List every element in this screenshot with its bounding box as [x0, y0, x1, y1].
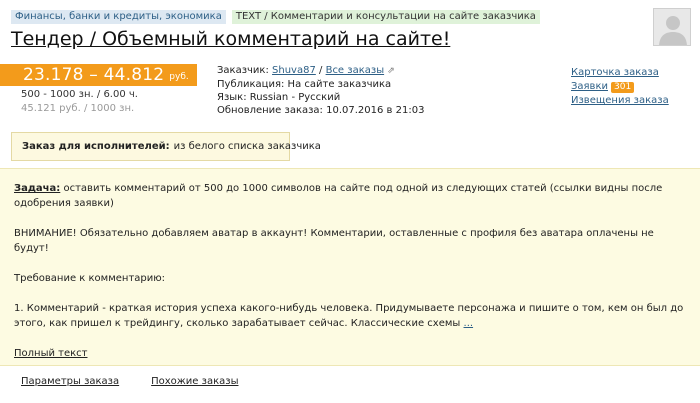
full-text-link[interactable]: Полный текст — [14, 346, 87, 361]
price-rate: 45.121 руб. / 1000 зн. — [21, 103, 135, 114]
applications-count-badge: 301 — [611, 82, 635, 93]
price-unit: руб. — [169, 72, 189, 82]
task-paragraph-2: ВНИМАНИЕ! Обязательно добавляем аватар в… — [14, 228, 654, 254]
updated-row: Обновление заказа: 10.07.2016 в 21:03 — [217, 104, 424, 117]
category-tag[interactable]: Финансы, банки и кредиты, экономика — [11, 10, 226, 24]
price-banner: 23.178 – 44.812 руб. — [0, 64, 197, 86]
avatar[interactable] — [653, 8, 691, 46]
task-text-4: 1. Комментарий - краткая история успеха … — [14, 303, 684, 329]
order-params-link[interactable]: Параметры заказа — [21, 376, 119, 387]
more-link[interactable]: ... — [464, 318, 474, 329]
language-label: Язык: — [217, 92, 247, 103]
language-row: Язык: Russian - Русский — [217, 91, 424, 104]
bottom-tabs: Параметры заказа Похожие заказы — [21, 376, 238, 387]
task-heading: Задача: — [14, 183, 61, 194]
task-paragraph-3: Требование к комментарию: — [14, 273, 166, 284]
separator: / — [319, 65, 323, 76]
applications-label: Заявки — [571, 81, 608, 92]
task-description: Задача: оставить комментарий от 500 до 1… — [0, 168, 700, 366]
price-range: 23.178 – 44.812 — [23, 65, 165, 85]
similar-orders-link[interactable]: Похожие заказы — [151, 376, 238, 387]
language-value: Russian - Русский — [249, 92, 341, 103]
external-link-icon: ⇗ — [387, 66, 395, 76]
order-info: Заказчик: Shuva87 / Все заказы ⇗ Публика… — [217, 64, 424, 117]
publication-label: Публикация: — [217, 79, 285, 90]
notice-label: Заказ для исполнителей: — [22, 141, 170, 152]
customer-link[interactable]: Shuva87 — [272, 65, 316, 76]
notifications-link[interactable]: Извещения заказа — [571, 94, 669, 108]
task-text-1: оставить комментарий от 500 до 1000 симв… — [14, 183, 663, 209]
user-silhouette-icon — [654, 9, 690, 45]
price-volume: 500 - 1000 зн. / 6.00 ч. — [21, 89, 138, 100]
task-paragraph-4: 1. Комментарий - краткая история успеха … — [14, 301, 686, 331]
customer-label: Заказчик: — [217, 65, 269, 76]
publication-value: На сайте заказчика — [287, 79, 392, 90]
order-card-link[interactable]: Карточка заказа — [571, 66, 669, 80]
applications-link[interactable]: Заявки 301 — [571, 80, 669, 94]
publication-row: Публикация: На сайте заказчика — [217, 78, 424, 91]
customer-row: Заказчик: Shuva87 / Все заказы ⇗ — [217, 64, 424, 78]
all-orders-link[interactable]: Все заказы — [326, 65, 385, 76]
executor-notice: Заказ для исполнителей: из белого списка… — [11, 132, 321, 161]
task-paragraph-1: Задача: оставить комментарий от 500 до 1… — [14, 181, 686, 211]
notice-value: из белого списка заказчика — [173, 141, 321, 152]
tag-list: Финансы, банки и кредиты, экономика TEXT… — [11, 10, 540, 24]
type-tag[interactable]: TEXT / Комментарии и консультации на сай… — [231, 10, 540, 24]
order-links: Карточка заказа Заявки 301 Извещения зака… — [571, 66, 669, 108]
updated-value: 10.07.2016 в 21:03 — [326, 105, 425, 116]
updated-label: Обновление заказа: — [217, 105, 323, 116]
page-title[interactable]: Тендер / Объемный комментарий на сайте! — [11, 27, 450, 51]
